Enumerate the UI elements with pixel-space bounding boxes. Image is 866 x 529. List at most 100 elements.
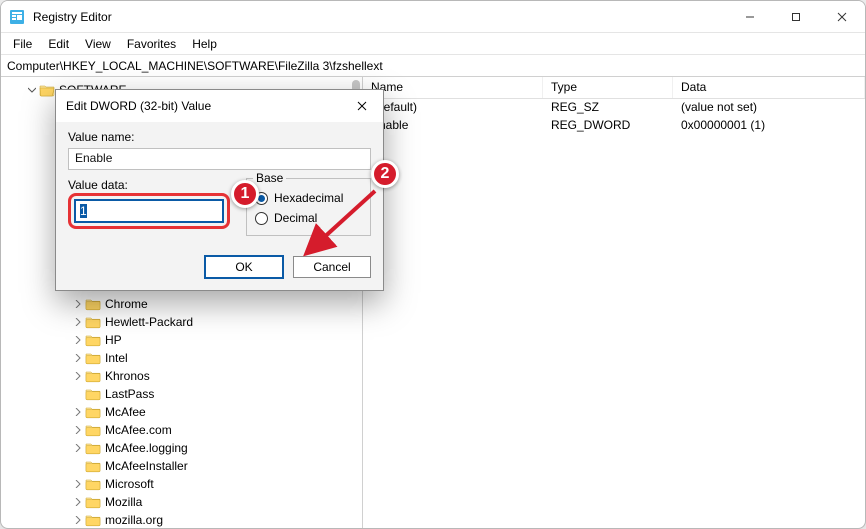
chevron-right-icon[interactable] <box>71 423 85 437</box>
menu-view[interactable]: View <box>77 35 119 53</box>
address-bar[interactable]: Computer\HKEY_LOCAL_MACHINE\SOFTWARE\Fil… <box>1 55 865 77</box>
chevron-right-icon[interactable] <box>71 297 85 311</box>
menu-file[interactable]: File <box>5 35 40 53</box>
column-header-type[interactable]: Type <box>543 77 673 98</box>
maximize-button[interactable] <box>773 1 819 33</box>
tree-item[interactable]: Khronos <box>9 367 360 385</box>
cell-type: REG_DWORD <box>543 117 673 135</box>
column-header-data[interactable]: Data <box>673 77 865 98</box>
radio-icon <box>255 212 268 225</box>
annotation-badge-2: 2 <box>371 160 399 188</box>
chevron-right-icon[interactable] <box>71 477 85 491</box>
chevron-right-icon[interactable] <box>71 333 85 347</box>
cell-data: (value not set) <box>673 99 865 117</box>
tree-item[interactable]: Hewlett-Packard <box>9 313 360 331</box>
dialog-titlebar: Edit DWORD (32-bit) Value <box>56 90 383 122</box>
tree-item[interactable]: Intel <box>9 349 360 367</box>
tree-item[interactable]: McAfeeInstaller <box>9 457 360 475</box>
expander-icon[interactable] <box>25 83 39 97</box>
radio-hexadecimal[interactable]: Hexadecimal <box>255 191 362 205</box>
tree-item[interactable]: HP <box>9 331 360 349</box>
tree-item-label: Chrome <box>105 297 148 311</box>
cell-name: (Default) <box>363 99 543 117</box>
chevron-right-icon[interactable] <box>71 369 85 383</box>
menu-favorites[interactable]: Favorites <box>119 35 184 53</box>
cell-data: 0x00000001 (1) <box>673 117 865 135</box>
radio-hex-label: Hexadecimal <box>274 191 343 205</box>
folder-icon <box>85 351 101 365</box>
value-name-label: Value name: <box>68 130 371 144</box>
cancel-button[interactable]: Cancel <box>293 256 371 278</box>
ok-button[interactable]: OK <box>205 256 283 278</box>
list-header: Name Type Data <box>363 77 865 99</box>
folder-icon <box>85 513 101 527</box>
tree-item[interactable]: Microsoft <box>9 475 360 493</box>
annotation-badge-1: 1 <box>231 180 259 208</box>
dialog-title: Edit DWORD (32-bit) Value <box>66 99 347 113</box>
titlebar: Registry Editor <box>1 1 865 33</box>
folder-icon <box>85 333 101 347</box>
tree-item-label: LastPass <box>105 387 154 401</box>
tree-item[interactable]: mozilla.org <box>9 511 360 528</box>
chevron-right-icon[interactable] <box>71 351 85 365</box>
value-data-input[interactable] <box>75 200 223 222</box>
folder-icon <box>85 315 101 329</box>
column-header-name[interactable]: Name <box>363 77 543 98</box>
app-icon <box>9 9 25 25</box>
tree-item[interactable]: McAfee.com <box>9 421 360 439</box>
base-group: Base Hexadecimal Decimal <box>246 178 371 236</box>
folder-icon <box>85 297 101 311</box>
cell-type: REG_SZ <box>543 99 673 117</box>
value-data-label: Value data: <box>68 178 230 192</box>
folder-icon <box>85 423 101 437</box>
tree-item-label: Intel <box>105 351 128 365</box>
radio-decimal[interactable]: Decimal <box>255 211 362 225</box>
dialog-close-button[interactable] <box>347 92 377 120</box>
value-name-display: Enable <box>68 148 371 170</box>
tree-item-label: Mozilla <box>105 495 142 509</box>
chevron-right-icon[interactable] <box>71 405 85 419</box>
chevron-right-icon[interactable] <box>71 495 85 509</box>
base-legend: Base <box>253 171 286 185</box>
value-data-highlight <box>68 193 230 229</box>
tree-item-label: McAfee.logging <box>105 441 188 455</box>
menubar: File Edit View Favorites Help <box>1 33 865 55</box>
address-path: Computer\HKEY_LOCAL_MACHINE\SOFTWARE\Fil… <box>7 59 383 73</box>
close-button[interactable] <box>819 1 865 33</box>
minimize-button[interactable] <box>727 1 773 33</box>
chevron-right-icon[interactable] <box>71 315 85 329</box>
tree-item[interactable]: LastPass <box>9 385 360 403</box>
tree-item[interactable]: McAfee <box>9 403 360 421</box>
tree-item-label: Microsoft <box>105 477 154 491</box>
folder-open-icon <box>39 83 55 97</box>
tree-item-label: McAfee.com <box>105 423 172 437</box>
tree-item[interactable]: Mozilla <box>9 493 360 511</box>
expander-spacer <box>71 387 85 401</box>
folder-icon <box>85 369 101 383</box>
expander-spacer <box>71 459 85 473</box>
tree-item-label: mozilla.org <box>105 513 163 527</box>
folder-icon <box>85 477 101 491</box>
folder-icon <box>85 459 101 473</box>
list-pane[interactable]: Name Type Data (Default)REG_SZ(value not… <box>363 77 865 528</box>
tree-item-label: McAfee <box>105 405 146 419</box>
table-row[interactable]: EnableREG_DWORD0x00000001 (1) <box>363 117 865 135</box>
chevron-right-icon[interactable] <box>71 441 85 455</box>
folder-icon <box>85 495 101 509</box>
folder-icon <box>85 441 101 455</box>
menu-edit[interactable]: Edit <box>40 35 77 53</box>
table-row[interactable]: (Default)REG_SZ(value not set) <box>363 99 865 117</box>
folder-icon <box>85 387 101 401</box>
edit-dword-dialog: Edit DWORD (32-bit) Value Value name: En… <box>55 89 384 291</box>
tree-item-label: McAfeeInstaller <box>105 459 188 473</box>
cell-name: Enable <box>363 117 543 135</box>
tree-item[interactable]: McAfee.logging <box>9 439 360 457</box>
main-window: Registry Editor File Edit View Favorites… <box>0 0 866 529</box>
tree-item[interactable]: Chrome <box>9 295 360 313</box>
menu-help[interactable]: Help <box>184 35 225 53</box>
folder-icon <box>85 405 101 419</box>
tree-item-label: Hewlett-Packard <box>105 315 193 329</box>
chevron-right-icon[interactable] <box>71 513 85 527</box>
tree-item-label: HP <box>105 333 122 347</box>
window-title: Registry Editor <box>33 10 112 24</box>
